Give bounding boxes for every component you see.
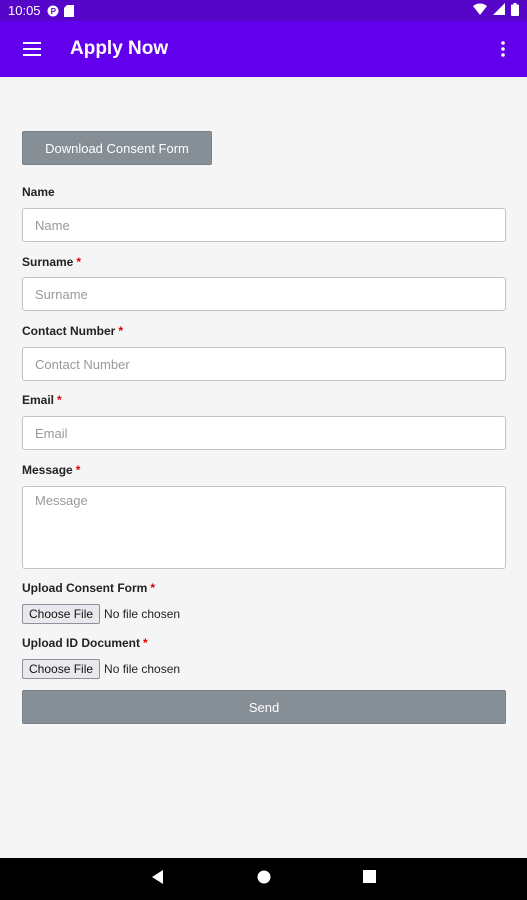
name-input[interactable]: Name <box>22 208 506 242</box>
home-icon[interactable] <box>257 870 271 889</box>
required-marker: * <box>75 463 81 477</box>
wifi-icon <box>473 3 487 18</box>
signal-icon <box>493 3 505 18</box>
choose-id-file-button[interactable]: Choose File <box>22 659 101 679</box>
p-icon: P <box>47 5 59 17</box>
sd-card-icon <box>63 4 74 17</box>
page-title: Apply Now <box>70 38 169 59</box>
email-input[interactable]: Email <box>22 416 506 450</box>
upload-id-document-label: Upload ID Document * <box>22 636 148 650</box>
recents-icon[interactable] <box>363 870 376 888</box>
status-bar: 10:05 P <box>0 0 527 21</box>
message-label: Message * <box>22 463 81 477</box>
hamburger-menu-icon[interactable] <box>0 21 64 77</box>
contact-number-label: Contact Number * <box>22 324 124 338</box>
back-icon[interactable] <box>151 869 165 889</box>
contact-number-input[interactable]: Contact Number <box>22 347 506 381</box>
required-marker: * <box>57 393 62 407</box>
required-marker: * <box>143 636 148 650</box>
surname-label: Surname * <box>22 255 82 269</box>
consent-form-file-input: Choose File No file chosen <box>22 604 180 624</box>
app-bar: Apply Now <box>0 21 527 77</box>
email-label: Email * <box>22 393 62 407</box>
svg-text:P: P <box>50 7 56 16</box>
id-document-file-input: Choose File No file chosen <box>22 659 180 679</box>
message-textarea[interactable]: Message <box>22 486 506 569</box>
choose-consent-file-button[interactable]: Choose File <box>22 604 101 624</box>
name-label: Name <box>22 185 55 199</box>
required-marker: * <box>76 255 82 269</box>
battery-icon <box>511 2 519 19</box>
status-time: 10:05 <box>8 3 41 18</box>
download-consent-form-button[interactable]: Download Consent Form <box>22 131 212 165</box>
surname-input[interactable]: Surname <box>22 277 506 311</box>
more-vert-icon[interactable] <box>479 21 527 77</box>
file-status: No file chosen <box>104 662 181 676</box>
file-status: No file chosen <box>104 607 181 621</box>
required-marker: * <box>118 324 124 338</box>
system-nav-bar <box>0 858 527 900</box>
send-button[interactable]: Send <box>22 690 506 724</box>
upload-consent-form-label: Upload Consent Form * <box>22 581 156 595</box>
required-marker: * <box>150 581 156 595</box>
